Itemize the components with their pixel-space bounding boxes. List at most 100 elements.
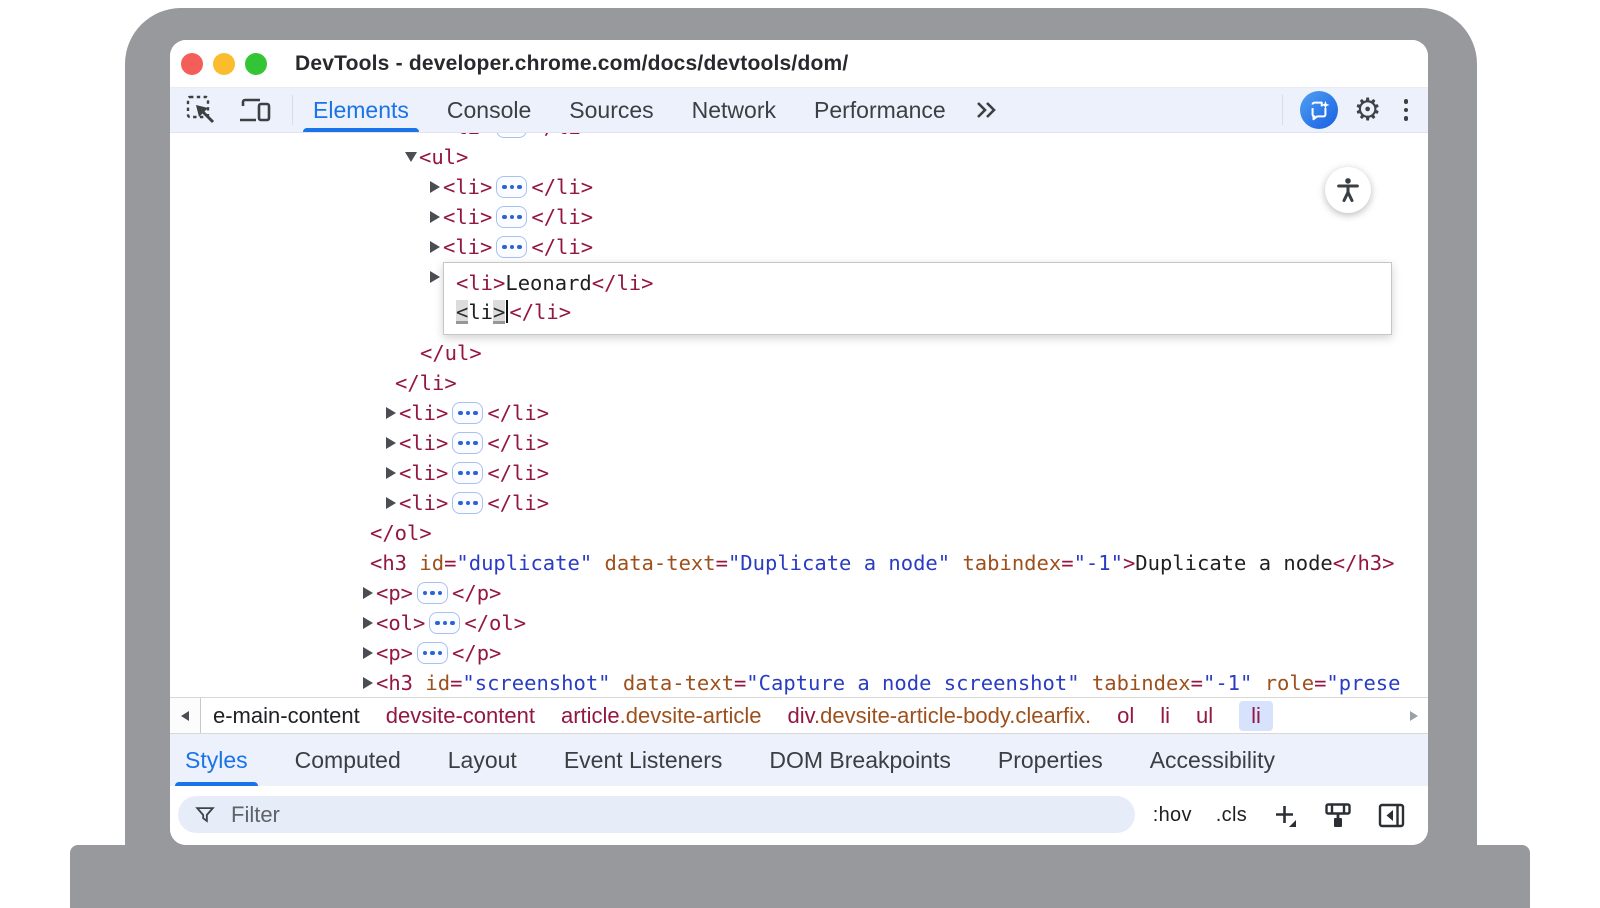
collapsed-content-ellipsis-icon[interactable] [452, 402, 483, 424]
breadcrumb-scroll-right-button[interactable] [1410, 711, 1418, 721]
breadcrumb-item[interactable]: devsite-content [386, 703, 535, 729]
collapsed-content-ellipsis-icon[interactable] [452, 432, 483, 454]
tree-row[interactable]: <p></p> [170, 578, 1428, 608]
collapse-arrow-icon[interactable] [403, 152, 419, 162]
tree-row[interactable]: <li></li> [170, 428, 1428, 458]
tree-row[interactable]: <p></p> [170, 638, 1428, 668]
collapsed-content-ellipsis-icon[interactable] [496, 206, 527, 228]
breadcrumb-bar: e-main-content devsite-content article.dev… [170, 697, 1428, 734]
tab-elements[interactable]: Elements [313, 88, 409, 132]
code-token-tag: > [1123, 551, 1135, 575]
tab-event-listeners[interactable]: Event Listeners [564, 734, 723, 786]
tree-row[interactable]: <li></li> [170, 202, 1428, 232]
tab-network[interactable]: Network [692, 88, 776, 132]
new-style-rule-icon[interactable] [1271, 802, 1299, 830]
breadcrumb-item-selected[interactable]: li [1239, 701, 1273, 731]
breadcrumb-item[interactable]: li [1160, 703, 1170, 729]
tree-row[interactable]: <li></li> [170, 398, 1428, 428]
expand-arrow-icon[interactable] [427, 211, 443, 223]
expand-arrow-icon[interactable] [427, 271, 443, 283]
breadcrumb-item[interactable]: ol [1117, 703, 1134, 729]
tab-accessibility[interactable]: Accessibility [1150, 734, 1275, 786]
rendering-brush-icon[interactable] [1323, 801, 1353, 831]
breadcrumb-item[interactable]: div.devsite-article-body.clearfix. [787, 703, 1091, 729]
edit-line[interactable]: <li></li> [456, 298, 1379, 327]
device-frame-stage: DevTools - developer.chrome.com/docs/dev… [0, 0, 1600, 908]
tree-row[interactable]: <li></li> [170, 458, 1428, 488]
breadcrumb-segment: devsite-content [386, 703, 535, 728]
ai-assistant-icon[interactable] [1300, 91, 1338, 129]
tab-sources[interactable]: Sources [569, 88, 653, 132]
tree-row[interactable]: </li> [170, 368, 1428, 398]
breadcrumb-item[interactable]: e-main-content [213, 703, 360, 729]
device-toolbar-icon[interactable] [237, 95, 273, 125]
tab-styles[interactable]: Styles [185, 734, 248, 786]
tree-row[interactable]: <ol></ol> [170, 608, 1428, 638]
collapsed-content-ellipsis-icon[interactable] [429, 612, 460, 634]
tab-console[interactable]: Console [447, 88, 531, 132]
expand-arrow-icon[interactable] [383, 497, 399, 509]
expand-arrow-icon[interactable] [360, 617, 376, 629]
collapsed-content-ellipsis-icon[interactable] [452, 492, 483, 514]
code-token-tag: <li> [443, 235, 492, 259]
close-window-button[interactable] [181, 53, 203, 75]
code-token-hl: > [493, 300, 505, 324]
code-token-tag: = [716, 551, 728, 575]
tab-layout[interactable]: Layout [448, 734, 517, 786]
panel-tabs: Elements Console Sources Network Performance [313, 88, 946, 132]
toggle-classes-button[interactable]: .cls [1216, 804, 1247, 827]
tree-row[interactable]: <h3 id="duplicate" data-text="Duplicate … [170, 548, 1428, 578]
tree-row[interactable]: </ol> [170, 518, 1428, 548]
expand-arrow-icon[interactable] [427, 181, 443, 193]
collapsed-content-ellipsis-icon[interactable] [452, 462, 483, 484]
expand-arrow-icon[interactable] [383, 437, 399, 449]
expand-arrow-icon[interactable] [360, 587, 376, 599]
tab-dom-breakpoints[interactable]: DOM Breakpoints [769, 734, 951, 786]
tab-performance[interactable]: Performance [814, 88, 946, 132]
tab-properties[interactable]: Properties [998, 734, 1103, 786]
more-options-icon[interactable] [1404, 99, 1409, 121]
collapsed-content-ellipsis-icon[interactable] [417, 642, 448, 664]
collapsed-content-ellipsis-icon[interactable] [417, 582, 448, 604]
code-token-tag [1252, 671, 1264, 695]
collapsed-content-ellipsis-icon[interactable] [496, 176, 527, 198]
tree-row[interactable]: <li></li> [170, 172, 1428, 202]
code-token-attr: tabindex [1092, 671, 1191, 695]
code-token-tag: <li> [399, 401, 448, 425]
tree-row[interactable]: <ul> [170, 142, 1428, 172]
edit-as-html-box[interactable]: <li>Leonard</li><li></li> [443, 262, 1392, 335]
code-token-tag: <h3 [376, 671, 425, 695]
breadcrumb-segment: div [787, 703, 814, 728]
more-panels-icon[interactable] [974, 99, 1000, 121]
breadcrumb-item[interactable]: article.devsite-article [561, 703, 762, 729]
tree-row[interactable]: <li></li> [170, 232, 1428, 262]
expand-arrow-icon[interactable] [360, 647, 376, 659]
expand-arrow-icon[interactable] [360, 677, 376, 689]
settings-gear-icon[interactable]: ⚙ [1354, 95, 1382, 126]
collapsed-content-ellipsis-icon[interactable] [496, 236, 527, 258]
zoom-window-button[interactable] [245, 53, 267, 75]
code-token-tag: = [734, 671, 746, 695]
toggle-sidebar-icon[interactable] [1377, 801, 1406, 830]
accessibility-person-icon[interactable] [1325, 167, 1371, 213]
code-token-tag: = [1314, 671, 1326, 695]
expand-arrow-icon[interactable] [383, 467, 399, 479]
tree-row[interactable]: <li></li> [170, 488, 1428, 518]
breadcrumb-item[interactable]: ul [1196, 703, 1213, 729]
breadcrumb-segment: article [561, 703, 620, 728]
expand-arrow-icon[interactable] [427, 241, 443, 253]
tree-row[interactable]: </ul> [170, 338, 1428, 368]
filter-input[interactable] [229, 801, 1135, 829]
toggle-hover-state-button[interactable]: :hov [1153, 804, 1192, 827]
filter-funnel-icon [194, 804, 216, 826]
toolbar-divider [1282, 95, 1283, 125]
edit-line[interactable]: <li>Leonard</li> [456, 269, 1379, 298]
tab-computed[interactable]: Computed [295, 734, 401, 786]
collapsed-content-ellipsis-icon[interactable] [496, 133, 527, 138]
expand-arrow-icon[interactable] [383, 407, 399, 419]
minimize-window-button[interactable] [213, 53, 235, 75]
tree-row[interactable]: <h3 id="screenshot" data-text="Capture a… [170, 668, 1428, 697]
breadcrumb-scroll-left-button[interactable] [170, 698, 201, 733]
inspect-icon[interactable] [185, 94, 217, 126]
tree-row[interactable]: <li></li> [170, 133, 1428, 142]
